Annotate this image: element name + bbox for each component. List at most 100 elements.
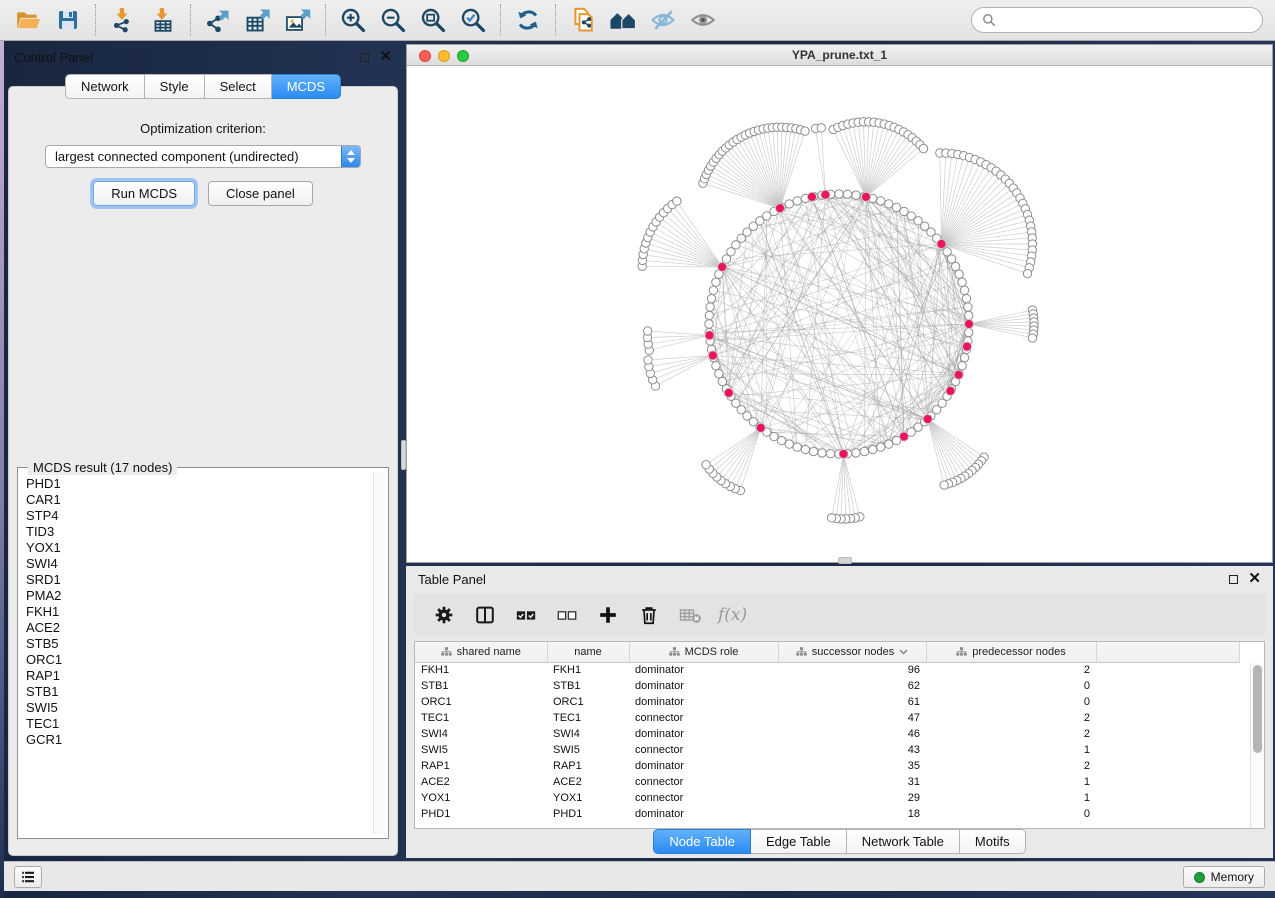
network-node[interactable] [644,356,652,364]
mcds-result-item[interactable]: CAR1 [26,492,371,508]
first-neighbors-icon[interactable] [603,3,643,37]
table-cell[interactable]: 18 [778,806,926,822]
table-cell[interactable]: SWI4 [415,726,547,742]
panel-menu-button[interactable] [14,866,42,888]
network-node[interactable] [785,200,793,208]
mcds-dominator-node[interactable] [964,319,973,328]
window-zoom-light[interactable] [457,50,469,62]
network-node[interactable] [958,362,966,370]
network-node[interactable] [852,191,860,199]
mcds-dominator-node[interactable] [718,262,727,271]
mcds-dominator-node[interactable] [821,190,830,199]
mcds-dominator-node[interactable] [954,370,963,379]
column-header-successor-nodes[interactable]: successor nodes [778,642,926,662]
search-input[interactable] [1002,13,1252,28]
network-node[interactable] [643,327,651,335]
open-file-icon[interactable] [8,3,48,37]
table-cell[interactable]: connector [629,790,778,806]
table-cell[interactable]: STB1 [547,678,629,694]
window-close-light[interactable] [419,50,431,62]
hide-all-columns-icon[interactable] [554,602,580,628]
table-cell[interactable]: connector [629,774,778,790]
mcds-dominator-node[interactable] [923,414,932,423]
mcds-result-item[interactable]: STB1 [26,684,371,700]
zoom-out-icon[interactable] [373,3,413,37]
table-cell[interactable]: connector [629,710,778,726]
memory-button[interactable]: Memory [1183,866,1265,888]
close-panel-icon[interactable]: ✕ [379,52,392,62]
tab-select[interactable]: Select [205,74,272,99]
network-node[interactable] [852,449,860,457]
table-cell[interactable]: connector [629,742,778,758]
table-cell[interactable]: dominator [629,758,778,774]
network-node[interactable] [705,320,713,328]
float-table-panel-icon[interactable] [1229,575,1238,584]
network-node[interactable] [877,443,885,451]
network-node[interactable] [785,440,793,448]
table-cell[interactable]: dominator [629,678,778,694]
mcds-dominator-node[interactable] [839,449,848,458]
table-settings-icon[interactable] [431,602,457,628]
table-cell[interactable]: ACE2 [415,774,547,790]
mcds-dominator-node[interactable] [775,204,784,213]
table-cell[interactable]: RAP1 [415,758,547,774]
close-table-panel-icon[interactable]: ✕ [1248,574,1261,584]
network-node[interactable] [715,370,723,378]
network-node[interactable] [705,311,713,319]
network-node[interactable] [835,190,843,198]
network-node[interactable] [707,294,715,302]
import-table-icon[interactable] [143,3,183,37]
table-row[interactable]: TEC1TEC1connector472 [415,710,1239,726]
mcds-dominator-node[interactable] [962,342,971,351]
mcds-result-item[interactable]: STB5 [26,636,371,652]
column-layout-icon[interactable] [472,602,498,628]
network-node[interactable] [801,127,809,135]
network-node[interactable] [951,262,959,270]
column-header-name[interactable]: name [547,642,629,662]
table-tab-edge-table[interactable]: Edge Table [751,829,847,854]
network-node[interactable] [712,362,720,370]
export-table-icon[interactable] [238,3,278,37]
table-tab-motifs[interactable]: Motifs [960,829,1026,854]
network-node[interactable] [962,294,970,302]
table-row[interactable]: YOX1YOX1connector291 [415,790,1239,806]
table-cell[interactable]: TEC1 [547,710,629,726]
table-cell[interactable]: SWI4 [547,726,629,742]
network-node[interactable] [940,481,948,489]
table-cell[interactable]: 62 [778,678,926,694]
table-cell[interactable]: ORC1 [547,694,629,710]
network-node[interactable] [965,311,973,319]
table-cell[interactable]: PHD1 [415,806,547,822]
table-row[interactable]: ACE2ACE2connector311 [415,774,1239,790]
mcds-result-item[interactable]: STP4 [26,508,371,524]
table-cell[interactable]: FKH1 [547,662,629,678]
add-column-icon[interactable] [595,602,621,628]
table-cell[interactable]: 46 [778,726,926,742]
table-cell[interactable]: 2 [926,662,1096,678]
table-row[interactable]: FKH1FKH1dominator962 [415,662,1239,678]
table-cell[interactable]: FKH1 [415,662,547,678]
network-node[interactable] [702,461,710,469]
table-cell[interactable]: 96 [778,662,926,678]
mcds-result-item[interactable]: SWI5 [26,700,371,716]
network-node[interactable] [877,197,885,205]
network-node[interactable] [793,443,801,451]
refresh-view-icon[interactable] [508,3,548,37]
mcds-dominator-node[interactable] [756,423,765,432]
mcds-dominator-node[interactable] [946,386,955,395]
table-cell[interactable]: ORC1 [415,694,547,710]
table-cell[interactable]: RAP1 [547,758,629,774]
table-tab-network-table[interactable]: Network Table [847,829,960,854]
network-canvas[interactable] [407,67,1272,563]
table-cell[interactable]: PHD1 [547,806,629,822]
table-row[interactable]: PHD1PHD1dominator180 [415,806,1239,822]
window-minimize-light[interactable] [438,50,450,62]
mcds-list-scrollbar[interactable] [373,472,385,834]
mcds-result-item[interactable]: RAP1 [26,668,371,684]
hide-selected-icon[interactable] [643,3,683,37]
optimization-criterion-select[interactable]: largest connected component (undirected) [45,145,361,168]
save-session-icon[interactable] [48,3,88,37]
float-panel-icon[interactable] [360,53,369,62]
table-row[interactable]: SWI4SWI4dominator462 [415,726,1239,742]
import-network-icon[interactable] [103,3,143,37]
